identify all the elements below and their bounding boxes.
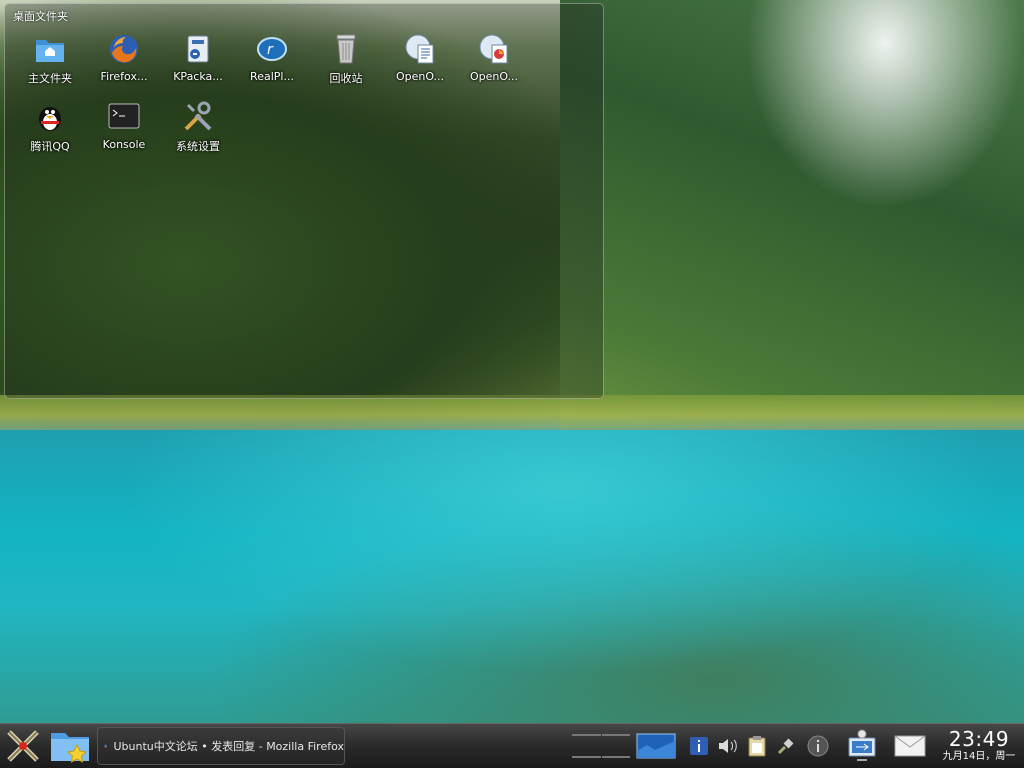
virtual-desktop-pager[interactable] [572,725,630,767]
desktop-icon-label: KPacka... [173,70,223,83]
notifications-icon[interactable] [806,734,830,758]
firefox-icon [107,32,141,66]
desktop-icon-trash[interactable]: 回收站 [309,32,383,86]
wallpaper-mountain [560,0,1024,430]
wallpaper-lake [0,430,1024,725]
desktop-icon-system-settings[interactable]: 系统设置 [161,100,235,154]
qq-penguin-icon [33,100,67,134]
trash-icon [329,32,363,66]
pager-desktop-1[interactable] [572,734,601,737]
pager-desktop-3[interactable] [572,755,601,758]
desktop-icon-grid: 主文件夹 Firefox... KPacka... r RealPl... 回收… [13,32,573,154]
desktop-icon-label: 主文件夹 [28,72,72,85]
kde-launcher-icon [7,730,39,762]
desktop-icon-openoffice-impress[interactable]: OpenO... [457,32,531,86]
desktop-icon-label: Konsole [102,138,146,151]
desktop-icon-label: RealPl... [250,70,294,83]
desktop-icon-label: 系统设置 [176,140,220,153]
desktop-icon-realplayer[interactable]: r RealPl... [235,32,309,86]
pager-desktop-2[interactable] [601,734,630,737]
openoffice-impress-icon [477,32,511,66]
taskbar-task-firefox[interactable]: Ubuntu中文论坛 • 发表回复 - Mozilla Firefox [97,727,345,765]
desktop-folder-view[interactable]: 桌面文件夹 主文件夹 Firefox... KPacka... r RealPl… [4,3,604,399]
openoffice-writer-icon [403,32,437,66]
konsole-terminal-icon [107,100,141,134]
show-desktop-button[interactable] [636,733,676,759]
info-icon[interactable] [688,735,710,757]
mail-icon[interactable] [890,732,930,760]
volume-icon[interactable] [717,735,739,757]
pager-desktop-4[interactable] [601,755,630,758]
desktop-icon-openoffice-writer[interactable]: OpenO... [383,32,457,86]
network-icon[interactable] [842,727,882,765]
taskbar-panel: Ubuntu中文论坛 • 发表回复 - Mozilla Firefox 23:4… [0,723,1024,768]
desktop-icon-label: Firefox... [100,70,148,83]
home-folder-icon [33,32,67,66]
device-plug-icon[interactable] [775,735,797,757]
application-launcher-button[interactable] [2,726,44,766]
system-tray [684,732,800,760]
desktop-icon-firefox[interactable]: Firefox... [87,32,161,86]
realplayer-icon: r [255,32,289,66]
system-settings-icon [181,100,215,134]
firefox-icon [104,744,108,748]
desktop-icon-konsole[interactable]: Konsole [87,100,161,154]
wallpaper-shore [0,395,1024,435]
desktop-icon-home-folder[interactable]: 主文件夹 [13,32,87,86]
desktop-icon-qq[interactable]: 腾讯QQ [13,100,87,154]
desktop-icon-label: 回收站 [329,72,363,85]
desktop-icon-kpackagekit[interactable]: KPacka... [161,32,235,86]
places-button[interactable] [48,726,92,766]
clock-date: 九月14日，周一 [942,751,1016,762]
desktop-icon-label: OpenO... [469,70,519,83]
clipboard-icon[interactable] [746,735,768,757]
desktop-icon-label: OpenO... [395,70,445,83]
kpackagekit-icon [181,32,215,66]
task-title: Ubuntu中文论坛 • 发表回复 - Mozilla Firefox [113,740,344,753]
digital-clock[interactable]: 23:49 九月14日，周一 [934,726,1024,766]
desktop-icon-label: 腾讯QQ [30,140,70,153]
places-folder-star-icon [51,733,89,763]
show-desktop-icon [636,733,676,759]
folder-view-title: 桌面文件夹 [13,10,68,23]
clock-time: 23:49 [948,727,1010,751]
